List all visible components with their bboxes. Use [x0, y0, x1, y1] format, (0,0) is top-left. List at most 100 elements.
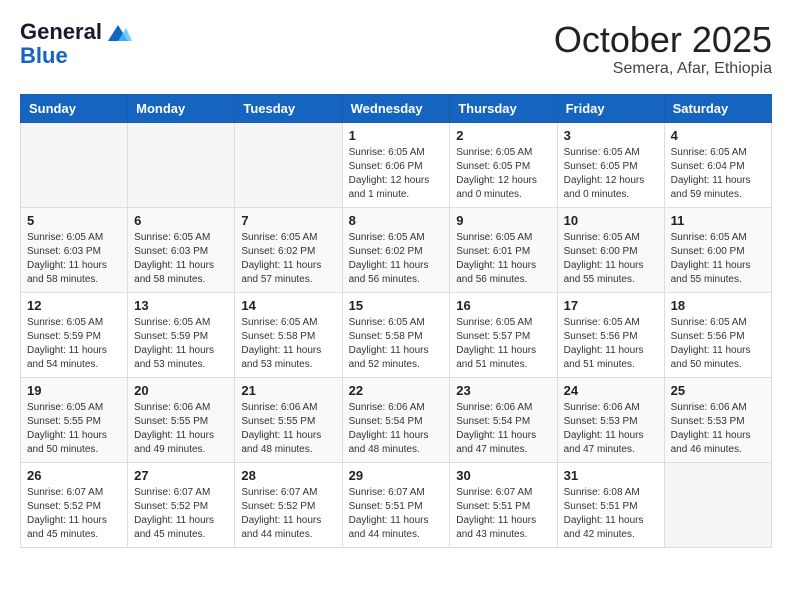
day-info: Sunrise: 6:06 AM Sunset: 5:53 PM Dayligh…: [671, 401, 765, 457]
day-info: Sunrise: 6:07 AM Sunset: 5:52 PM Dayligh…: [27, 486, 121, 542]
day-info: Sunrise: 6:05 AM Sunset: 5:58 PM Dayligh…: [241, 316, 335, 372]
day-info: Sunrise: 6:07 AM Sunset: 5:52 PM Dayligh…: [134, 486, 228, 542]
day-number: 29: [349, 468, 444, 483]
calendar-cell: 7 Sunrise: 6:05 AM Sunset: 6:02 PM Daylig…: [235, 207, 342, 292]
calendar-cell: 16 Sunrise: 6:05 AM Sunset: 5:57 PM Dayli…: [450, 292, 557, 377]
main-title: October 2025: [554, 20, 772, 60]
day-number: 14: [241, 298, 335, 313]
calendar-cell: 14 Sunrise: 6:05 AM Sunset: 5:58 PM Dayli…: [235, 292, 342, 377]
week-row-3: 12 Sunrise: 6:05 AM Sunset: 5:59 PM Dayli…: [21, 292, 772, 377]
day-info: Sunrise: 6:05 AM Sunset: 6:05 PM Dayligh…: [456, 146, 550, 202]
calendar-cell: 20 Sunrise: 6:06 AM Sunset: 5:55 PM Dayli…: [128, 377, 235, 462]
day-number: 12: [27, 298, 121, 313]
calendar-cell: 10Sunrise: 6:05 AM Sunset: 6:00 PM Dayli…: [557, 207, 664, 292]
calendar-cell: 9 Sunrise: 6:05 AM Sunset: 6:01 PM Daylig…: [450, 207, 557, 292]
day-number: 31: [564, 468, 658, 483]
calendar-cell: 12 Sunrise: 6:05 AM Sunset: 5:59 PM Dayli…: [21, 292, 128, 377]
day-info: Sunrise: 6:05 AM Sunset: 5:55 PM Dayligh…: [27, 401, 121, 457]
day-number: 26: [27, 468, 121, 483]
calendar-cell: 26 Sunrise: 6:07 AM Sunset: 5:52 PM Dayli…: [21, 462, 128, 547]
calendar-cell: [128, 122, 235, 207]
day-number: 6: [134, 213, 228, 228]
day-info: Sunrise: 6:07 AM Sunset: 5:51 PM Dayligh…: [456, 486, 550, 542]
day-number: 24: [564, 383, 658, 398]
day-number: 3: [564, 128, 658, 143]
day-number: 21: [241, 383, 335, 398]
calendar-cell: 13Sunrise: 6:05 AM Sunset: 5:59 PM Dayli…: [128, 292, 235, 377]
day-info: Sunrise: 6:05 AM Sunset: 5:56 PM Dayligh…: [671, 316, 765, 372]
day-number: 25: [671, 383, 765, 398]
calendar-cell: 18Sunrise: 6:05 AM Sunset: 5:56 PM Dayli…: [664, 292, 771, 377]
calendar-cell: 5 Sunrise: 6:05 AM Sunset: 6:03 PM Daylig…: [21, 207, 128, 292]
day-info: Sunrise: 6:05 AM Sunset: 6:05 PM Dayligh…: [564, 146, 658, 202]
calendar-cell: [664, 462, 771, 547]
day-number: 15: [349, 298, 444, 313]
calendar-cell: 22 Sunrise: 6:06 AM Sunset: 5:54 PM Dayli…: [342, 377, 450, 462]
day-number: 27: [134, 468, 228, 483]
day-header-monday: Monday: [128, 94, 235, 122]
day-header-tuesday: Tuesday: [235, 94, 342, 122]
day-number: 4: [671, 128, 765, 143]
title-block: October 2025 Semera, Afar, Ethiopia: [554, 20, 772, 78]
day-info: Sunrise: 6:05 AM Sunset: 5:56 PM Dayligh…: [564, 316, 658, 372]
page-header: General Blue October 2025 Semera, Afar, …: [20, 20, 772, 78]
day-number: 20: [134, 383, 228, 398]
calendar-cell: 3 Sunrise: 6:05 AM Sunset: 6:05 PM Daylig…: [557, 122, 664, 207]
day-info: Sunrise: 6:05 AM Sunset: 5:59 PM Dayligh…: [27, 316, 121, 372]
day-number: 10: [564, 213, 658, 228]
week-row-1: 1Sunrise: 6:05 AM Sunset: 6:06 PM Daylig…: [21, 122, 772, 207]
calendar-cell: [21, 122, 128, 207]
logo-icon: [104, 23, 132, 43]
logo-blue: Blue: [20, 44, 132, 68]
week-row-5: 26 Sunrise: 6:07 AM Sunset: 5:52 PM Dayli…: [21, 462, 772, 547]
day-number: 9: [456, 213, 550, 228]
day-number: 23: [456, 383, 550, 398]
calendar-cell: 28 Sunrise: 6:07 AM Sunset: 5:52 PM Dayli…: [235, 462, 342, 547]
calendar-table: SundayMondayTuesdayWednesdayThursdayFrid…: [20, 94, 772, 548]
calendar-cell: 8 Sunrise: 6:05 AM Sunset: 6:02 PM Daylig…: [342, 207, 450, 292]
day-info: Sunrise: 6:05 AM Sunset: 6:02 PM Dayligh…: [241, 231, 335, 287]
week-row-4: 19Sunrise: 6:05 AM Sunset: 5:55 PM Dayli…: [21, 377, 772, 462]
day-info: Sunrise: 6:06 AM Sunset: 5:54 PM Dayligh…: [349, 401, 444, 457]
day-info: Sunrise: 6:06 AM Sunset: 5:55 PM Dayligh…: [241, 401, 335, 457]
day-header-thursday: Thursday: [450, 94, 557, 122]
calendar-cell: 24Sunrise: 6:06 AM Sunset: 5:53 PM Dayli…: [557, 377, 664, 462]
day-info: Sunrise: 6:06 AM Sunset: 5:55 PM Dayligh…: [134, 401, 228, 457]
day-number: 5: [27, 213, 121, 228]
calendar-cell: 19Sunrise: 6:05 AM Sunset: 5:55 PM Dayli…: [21, 377, 128, 462]
day-info: Sunrise: 6:05 AM Sunset: 6:01 PM Dayligh…: [456, 231, 550, 287]
day-number: 13: [134, 298, 228, 313]
calendar-cell: 11 Sunrise: 6:05 AM Sunset: 6:00 PM Dayli…: [664, 207, 771, 292]
day-info: Sunrise: 6:05 AM Sunset: 6:03 PM Dayligh…: [27, 231, 121, 287]
day-number: 28: [241, 468, 335, 483]
day-header-sunday: Sunday: [21, 94, 128, 122]
day-number: 8: [349, 213, 444, 228]
day-number: 11: [671, 213, 765, 228]
calendar-cell: 27 Sunrise: 6:07 AM Sunset: 5:52 PM Dayli…: [128, 462, 235, 547]
calendar-cell: 2Sunrise: 6:05 AM Sunset: 6:05 PM Daylig…: [450, 122, 557, 207]
day-info: Sunrise: 6:05 AM Sunset: 6:03 PM Dayligh…: [134, 231, 228, 287]
day-number: 22: [349, 383, 444, 398]
calendar-cell: 1Sunrise: 6:05 AM Sunset: 6:06 PM Daylig…: [342, 122, 450, 207]
day-info: Sunrise: 6:05 AM Sunset: 5:57 PM Dayligh…: [456, 316, 550, 372]
calendar-cell: 15Sunrise: 6:05 AM Sunset: 5:58 PM Dayli…: [342, 292, 450, 377]
calendar-cell: 4Sunrise: 6:05 AM Sunset: 6:04 PM Daylig…: [664, 122, 771, 207]
day-info: Sunrise: 6:05 AM Sunset: 6:00 PM Dayligh…: [671, 231, 765, 287]
calendar-cell: 30 Sunrise: 6:07 AM Sunset: 5:51 PM Dayli…: [450, 462, 557, 547]
calendar-cell: 17Sunrise: 6:05 AM Sunset: 5:56 PM Dayli…: [557, 292, 664, 377]
day-info: Sunrise: 6:05 AM Sunset: 6:02 PM Dayligh…: [349, 231, 444, 287]
day-number: 7: [241, 213, 335, 228]
calendar-cell: [235, 122, 342, 207]
calendar-cell: 29 Sunrise: 6:07 AM Sunset: 5:51 PM Dayli…: [342, 462, 450, 547]
day-number: 16: [456, 298, 550, 313]
day-info: Sunrise: 6:07 AM Sunset: 5:51 PM Dayligh…: [349, 486, 444, 542]
calendar-cell: 23Sunrise: 6:06 AM Sunset: 5:54 PM Dayli…: [450, 377, 557, 462]
calendar-cell: 25 Sunrise: 6:06 AM Sunset: 5:53 PM Dayli…: [664, 377, 771, 462]
day-header-friday: Friday: [557, 94, 664, 122]
day-number: 30: [456, 468, 550, 483]
day-info: Sunrise: 6:05 AM Sunset: 6:06 PM Dayligh…: [349, 146, 444, 202]
day-info: Sunrise: 6:07 AM Sunset: 5:52 PM Dayligh…: [241, 486, 335, 542]
calendar-cell: 6 Sunrise: 6:05 AM Sunset: 6:03 PM Daylig…: [128, 207, 235, 292]
week-row-2: 5 Sunrise: 6:05 AM Sunset: 6:03 PM Daylig…: [21, 207, 772, 292]
day-header-wednesday: Wednesday: [342, 94, 450, 122]
